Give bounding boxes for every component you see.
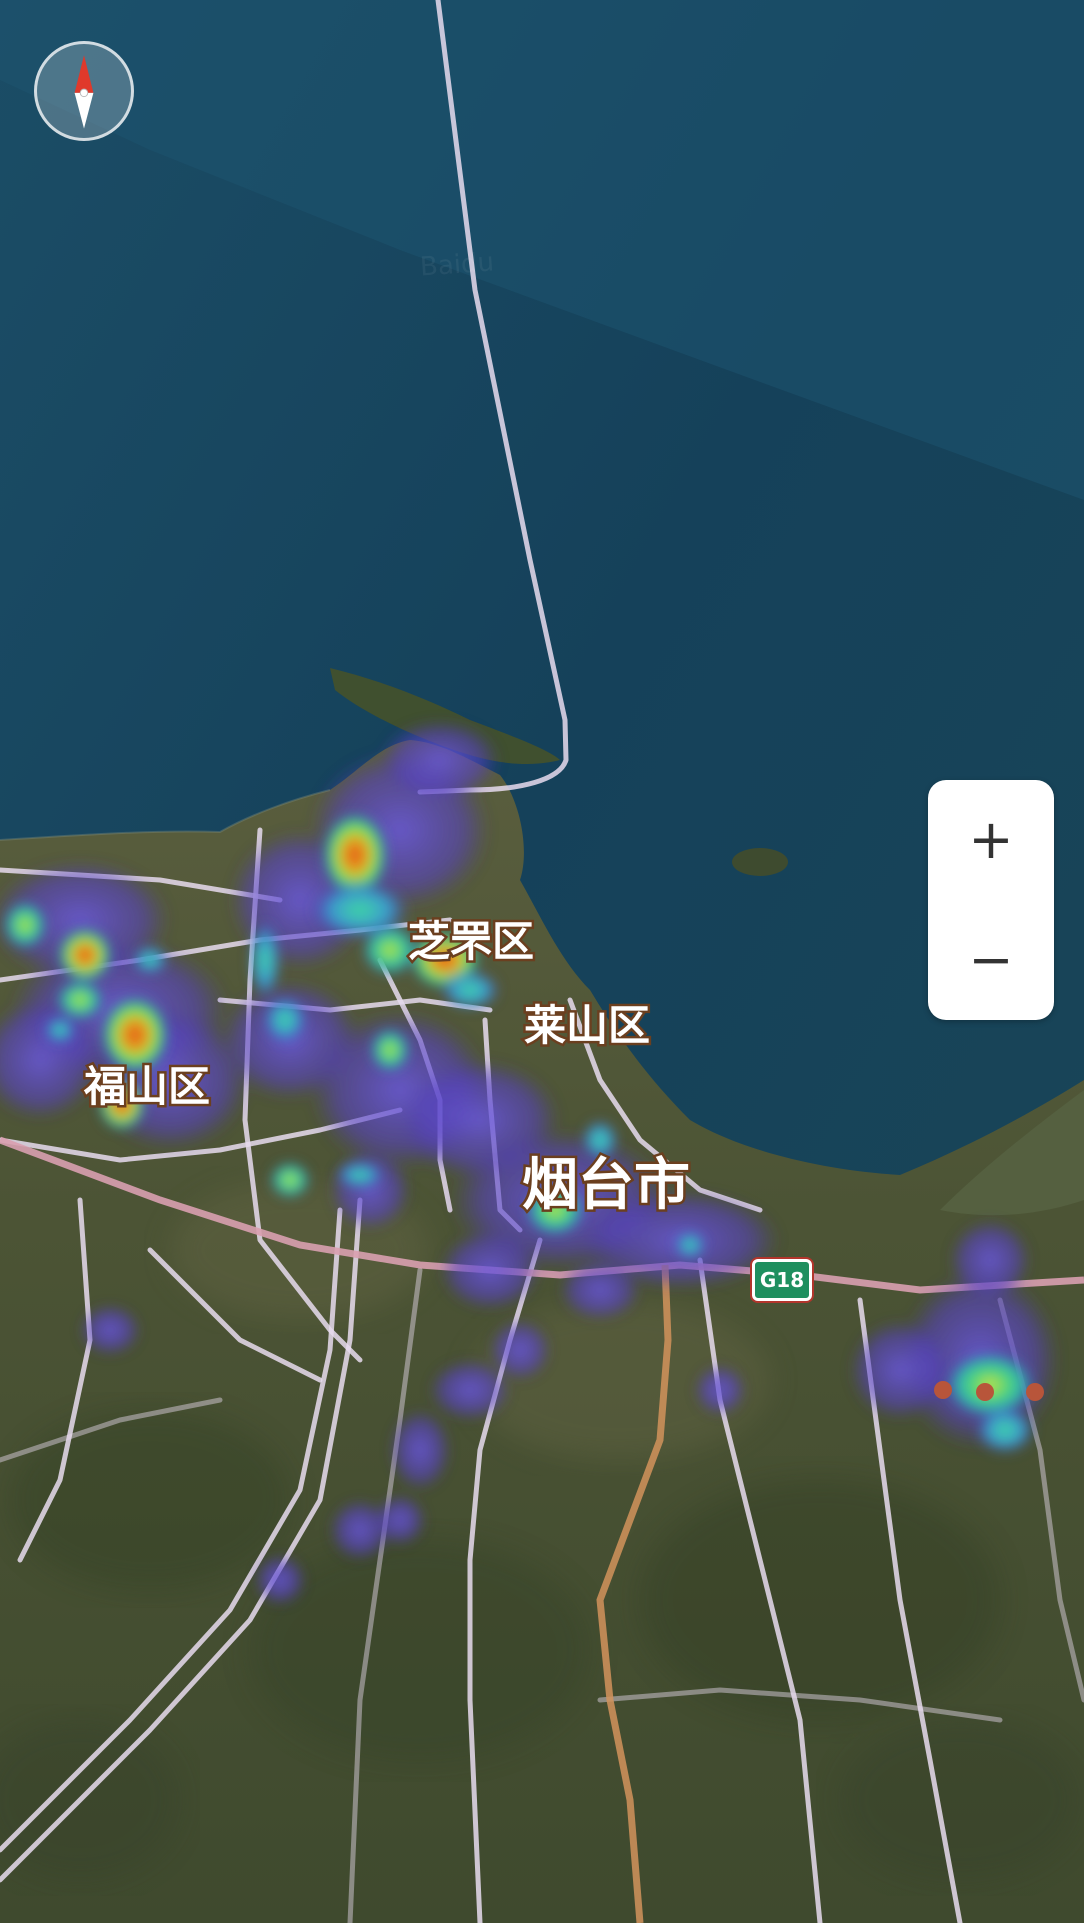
place-label-yantai[interactable]: 烟台市	[520, 1140, 693, 1221]
zoom-out-button[interactable]: −	[928, 900, 1054, 1020]
zoom-control: + −	[928, 780, 1054, 1020]
place-label-laishan[interactable]: 莱山区	[521, 992, 652, 1053]
minus-icon: −	[968, 928, 1014, 991]
satellite-heatmap-layer[interactable]	[0, 0, 1084, 1923]
compass-button[interactable]	[34, 41, 134, 141]
place-label-zhifu[interactable]: 芝罘区	[405, 908, 536, 969]
g18-road-shield: G18	[752, 1259, 812, 1301]
map-view[interactable]: Baidu + − 芝罘区 莱山区 福山区 烟台市 G18	[0, 0, 1084, 1923]
map-watermark: Baidu	[419, 247, 495, 283]
plus-icon: +	[968, 808, 1014, 871]
compass-icon	[74, 55, 94, 129]
zoom-in-button[interactable]: +	[928, 780, 1054, 900]
place-label-fushan[interactable]: 福山区	[81, 1053, 212, 1114]
